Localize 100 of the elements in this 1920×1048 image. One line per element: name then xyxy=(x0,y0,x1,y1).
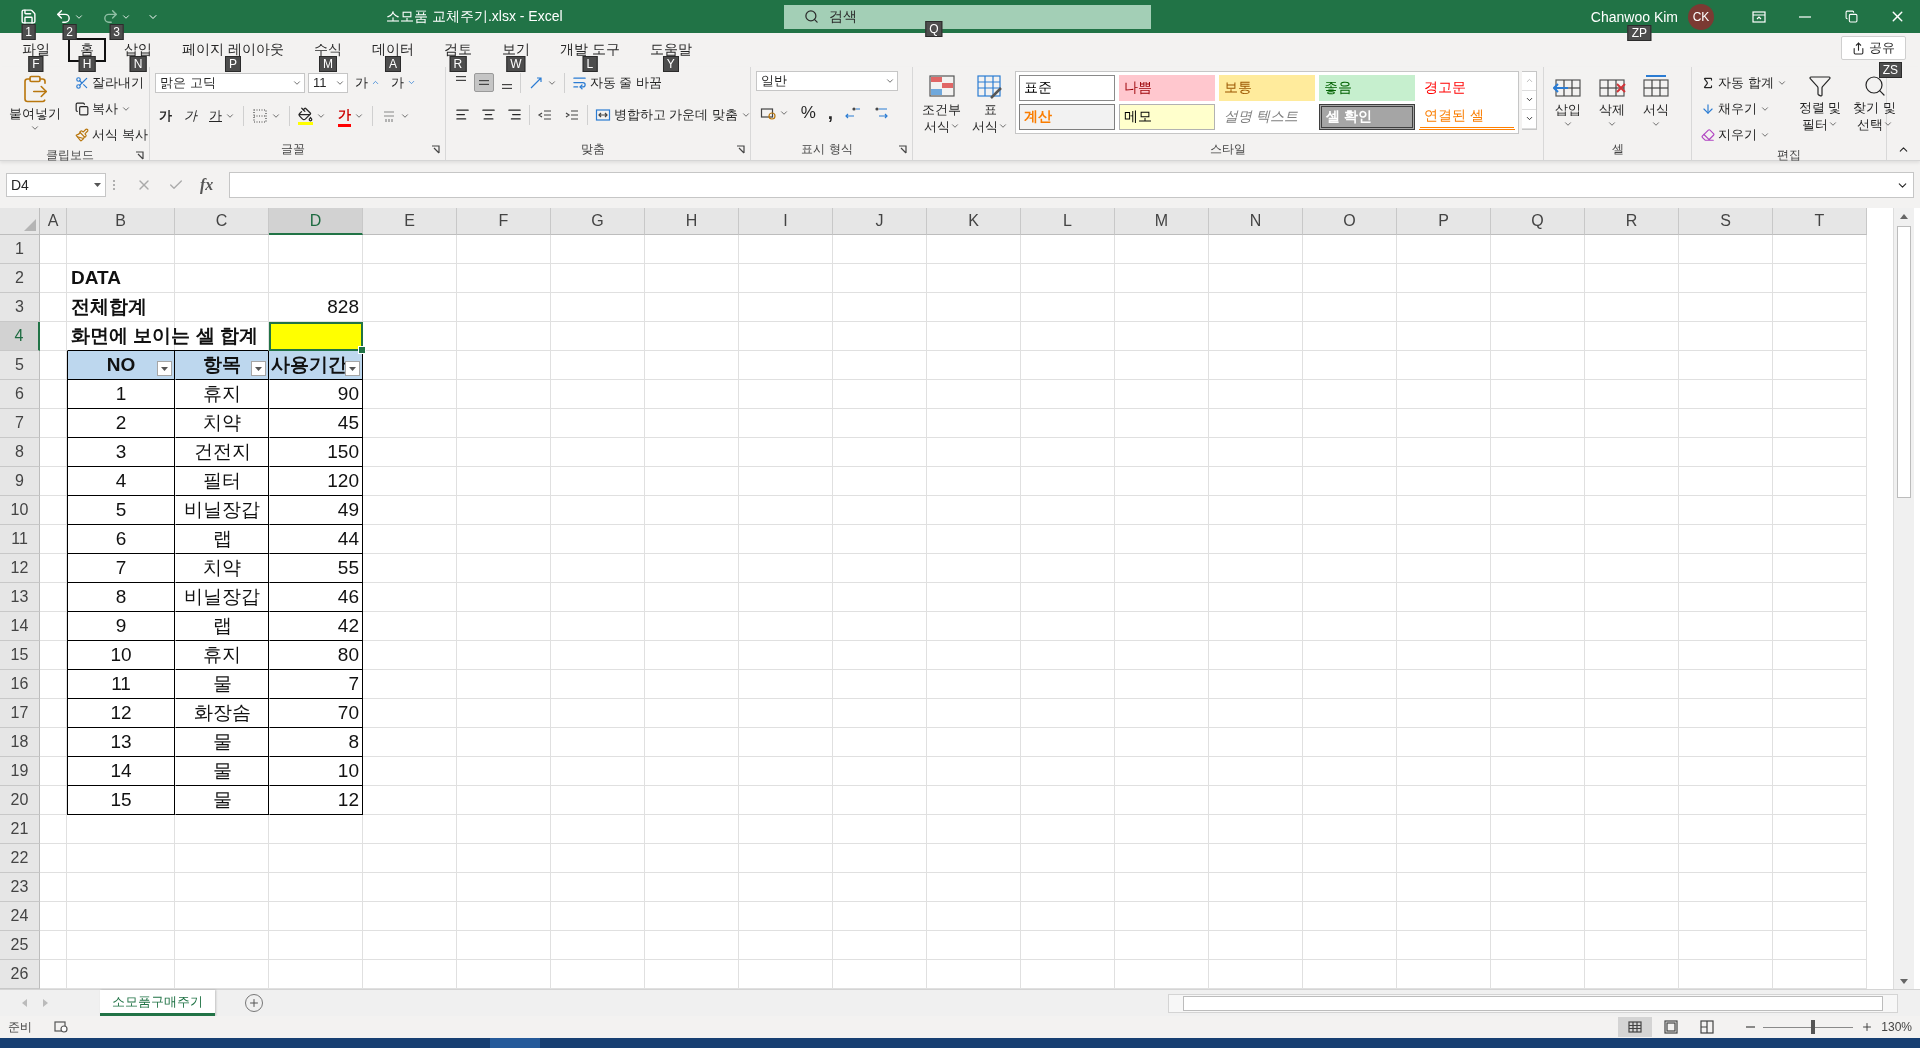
cell-style[interactable]: 보통 xyxy=(1219,74,1316,101)
column-header[interactable]: T xyxy=(1773,208,1867,236)
font-name-field[interactable]: 맑은 고딕 xyxy=(155,72,305,93)
bold-button[interactable]: 가 xyxy=(155,104,176,129)
column-header[interactable]: F xyxy=(457,208,551,236)
name-box[interactable]: D4 xyxy=(6,173,106,198)
row-header[interactable]: 25 xyxy=(0,931,40,961)
italic-button[interactable]: 가 xyxy=(180,104,201,129)
row-header[interactable]: 26 xyxy=(0,960,40,990)
zoom-out-icon[interactable] xyxy=(1746,1026,1756,1029)
column-header[interactable]: B xyxy=(67,208,175,236)
format-as-table-button[interactable]: 표 서식 xyxy=(968,70,1013,137)
zoom-level[interactable]: 130% xyxy=(1881,1020,1912,1035)
autosum-button[interactable]: 자동 합계 xyxy=(1697,70,1791,95)
row-header[interactable]: 2 xyxy=(0,264,40,294)
row-header[interactable]: 4 xyxy=(0,322,40,352)
row-header[interactable]: 1 xyxy=(0,235,40,265)
row-header[interactable]: 18 xyxy=(0,728,40,758)
zoom-in-icon[interactable] xyxy=(1861,1021,1874,1034)
column-header[interactable]: I xyxy=(739,208,833,236)
row-header[interactable]: 9 xyxy=(0,467,40,497)
cut-button[interactable]: 잘라내기 xyxy=(71,70,152,95)
vertical-scrollbar[interactable] xyxy=(1893,208,1914,990)
cell-style[interactable]: 나쁨 xyxy=(1119,74,1216,101)
user-avatar[interactable]: CK xyxy=(1688,3,1714,30)
font-color-button[interactable]: 가 xyxy=(334,102,368,130)
underline-button[interactable]: 가 xyxy=(205,104,239,129)
horizontal-scrollbar[interactable] xyxy=(1168,993,1898,1013)
row-header[interactable]: 21 xyxy=(0,815,40,845)
column-header[interactable]: D xyxy=(269,208,363,236)
percent-button[interactable]: % xyxy=(796,99,820,126)
save-button[interactable] xyxy=(18,6,39,27)
column-header[interactable]: C xyxy=(175,208,269,236)
shrink-font-button[interactable]: 가 xyxy=(387,70,420,95)
scroll-thumb[interactable] xyxy=(1897,226,1911,499)
align-middle-button[interactable] xyxy=(473,73,494,93)
sort-filter-button[interactable]: 정렬 및 필터 xyxy=(1794,70,1846,135)
share-button[interactable]: 공유 xyxy=(1841,36,1906,60)
row-header[interactable]: 22 xyxy=(0,844,40,874)
comma-button[interactable]: , xyxy=(823,98,838,127)
wrap-text-button[interactable]: 자동 줄 바꿈 xyxy=(567,70,666,95)
row-header[interactable]: 17 xyxy=(0,699,40,729)
format-painter-button[interactable]: 서식 복사 xyxy=(71,122,152,147)
selected-cell[interactable] xyxy=(269,322,363,352)
row-header[interactable]: 24 xyxy=(0,902,40,932)
zoom-thumb[interactable] xyxy=(1810,1020,1815,1035)
font-size-field[interactable]: 11 xyxy=(308,72,348,93)
column-header[interactable]: K xyxy=(927,208,1021,236)
column-header[interactable]: O xyxy=(1303,208,1397,236)
clear-button[interactable]: 지우기 xyxy=(1697,122,1791,147)
filter-button[interactable] xyxy=(345,361,360,377)
column-header[interactable]: H xyxy=(645,208,739,236)
row-header[interactable]: 23 xyxy=(0,873,40,903)
column-header[interactable]: P xyxy=(1397,208,1491,236)
merge-center-button[interactable]: 병합하고 가운데 맞춤 xyxy=(590,102,755,127)
cell-style[interactable]: 좋음 xyxy=(1319,74,1416,101)
fill-handle[interactable] xyxy=(358,346,366,355)
conditional-formatting-button[interactable]: 조건부 서식 xyxy=(918,70,966,137)
column-header[interactable]: A xyxy=(40,208,67,236)
row-header[interactable]: 8 xyxy=(0,438,40,468)
row-header[interactable]: 19 xyxy=(0,757,40,787)
column-header[interactable]: E xyxy=(363,208,457,236)
column-header[interactable]: G xyxy=(551,208,645,236)
column-header[interactable]: R xyxy=(1585,208,1679,236)
table-header[interactable]: 사용기간 xyxy=(269,351,363,381)
format-cells-button[interactable]: 서식 xyxy=(1637,70,1676,132)
column-header[interactable]: J xyxy=(833,208,927,236)
next-sheet-icon[interactable] xyxy=(43,999,48,1008)
filter-button[interactable] xyxy=(251,361,266,377)
column-header[interactable]: N xyxy=(1209,208,1303,236)
row-header[interactable]: 5 xyxy=(0,351,40,381)
filter-button[interactable] xyxy=(157,361,172,377)
row-header[interactable]: 16 xyxy=(0,670,40,700)
column-header[interactable]: M xyxy=(1115,208,1209,236)
table-header[interactable]: NO xyxy=(67,351,175,381)
sheet-tab[interactable]: 소모품구매주기 xyxy=(100,990,215,1017)
normal-view-button[interactable] xyxy=(1618,1017,1653,1038)
table-header[interactable]: 항목 xyxy=(175,351,269,381)
insert-function-button[interactable]: fx xyxy=(200,176,214,195)
row-header[interactable]: 12 xyxy=(0,554,40,584)
row-header[interactable]: 11 xyxy=(0,525,40,555)
row-header[interactable]: 15 xyxy=(0,641,40,671)
row-header[interactable]: 6 xyxy=(0,380,40,410)
cell-style[interactable]: 메모 xyxy=(1119,103,1216,130)
column-header[interactable]: L xyxy=(1021,208,1115,236)
previous-sheet-icon[interactable] xyxy=(22,999,27,1008)
fill-button[interactable]: 채우기 xyxy=(1697,96,1791,121)
row-header[interactable]: 10 xyxy=(0,496,40,526)
delete-cells-button[interactable]: 삭제 xyxy=(1593,70,1632,132)
grow-font-button[interactable]: 가 xyxy=(351,70,384,95)
number-format-field[interactable]: 일반 xyxy=(755,70,898,91)
row-header[interactable]: 20 xyxy=(0,786,40,816)
row-header[interactable]: 3 xyxy=(0,293,40,323)
row-header[interactable]: 14 xyxy=(0,612,40,642)
cell-style[interactable]: 표준 xyxy=(1019,74,1116,101)
paste-button[interactable]: 붙여넣기 xyxy=(5,70,65,136)
column-header[interactable]: S xyxy=(1679,208,1773,236)
select-all-icon[interactable] xyxy=(24,219,36,232)
row-header[interactable]: 7 xyxy=(0,409,40,439)
formula-input[interactable] xyxy=(229,172,1914,199)
